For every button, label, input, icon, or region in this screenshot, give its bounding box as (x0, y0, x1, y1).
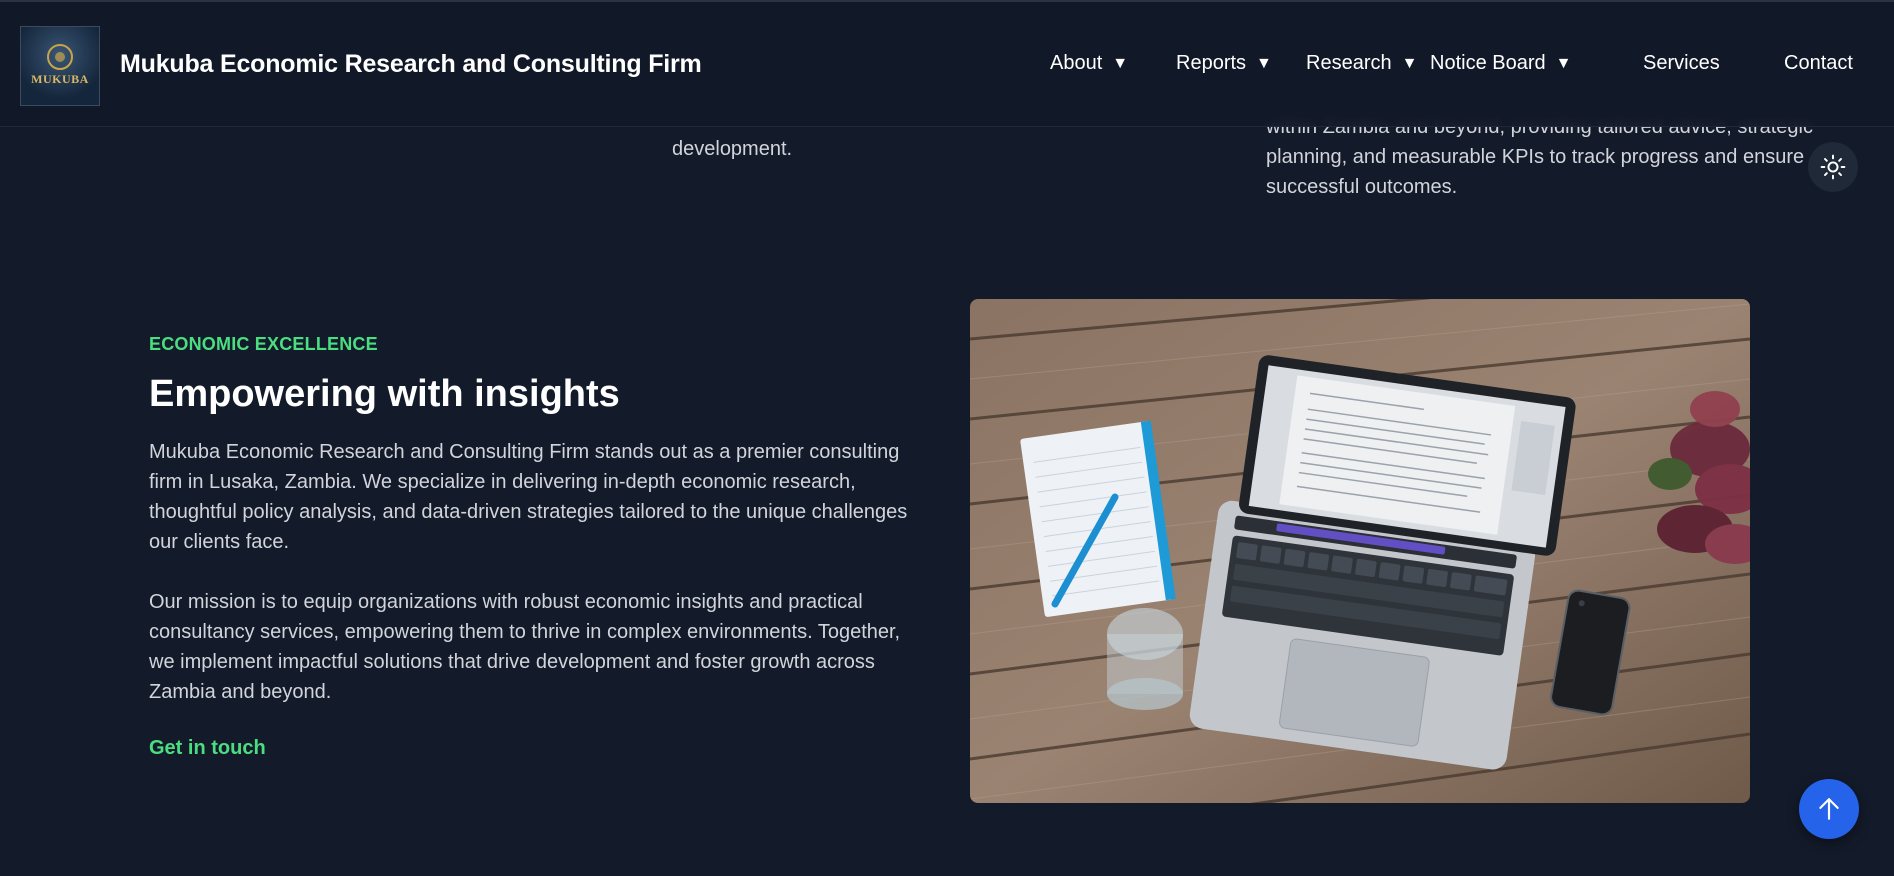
nav-item-notice-board[interactable]: Notice Board ▼ (1430, 52, 1571, 75)
nav-item-research[interactable]: Research ▼ (1306, 52, 1417, 75)
caret-down-icon: ▼ (1401, 54, 1418, 72)
back-to-top-button[interactable] (1799, 779, 1859, 839)
section-eyebrow: ECONOMIC EXCELLENCE (149, 334, 378, 354)
nav-item-contact[interactable]: Contact (1784, 52, 1853, 75)
logo-text: MUKUBA (31, 72, 89, 86)
brand-name[interactable]: Mukuba Economic Research and Consulting … (120, 50, 702, 79)
get-in-touch-link[interactable]: Get in touch (149, 737, 266, 759)
site-header: MUKUBA Mukuba Economic Research and Cons… (0, 0, 1894, 127)
nav-item-label: Research (1306, 52, 1392, 74)
arrow-up-icon (1819, 798, 1839, 820)
laptop-desk-photo (970, 299, 1750, 803)
sun-icon (1820, 154, 1846, 180)
theme-toggle-button[interactable] (1808, 142, 1858, 192)
nav-item-label: Services (1643, 52, 1720, 74)
caret-down-icon: ▼ (1256, 54, 1272, 72)
intro-paragraph: Mukuba Economic Research and Consulting … (149, 441, 908, 553)
nav-item-label: About (1050, 52, 1103, 74)
prev-card-text-tail: development. (672, 138, 793, 160)
caret-down-icon: ▼ (1555, 54, 1572, 72)
nav-item-label: Notice Board (1430, 52, 1546, 74)
nav-item-label: Reports (1176, 52, 1247, 74)
logo[interactable]: MUKUBA (20, 26, 100, 106)
nav-item-about[interactable]: About ▼ (1050, 52, 1128, 75)
nav-item-services[interactable]: Services (1643, 52, 1720, 75)
logo-emblem-icon (47, 44, 73, 70)
caret-down-icon: ▼ (1112, 54, 1129, 72)
about-section: ECONOMIC EXCELLENCE Empowering with insi… (149, 334, 929, 760)
mission-paragraph: Our mission is to equip organizations wi… (149, 591, 901, 703)
nav-item-label: Contact (1784, 52, 1853, 74)
nav-item-reports[interactable]: Reports ▼ (1176, 52, 1272, 75)
section-headline: Empowering with insights (149, 373, 620, 415)
